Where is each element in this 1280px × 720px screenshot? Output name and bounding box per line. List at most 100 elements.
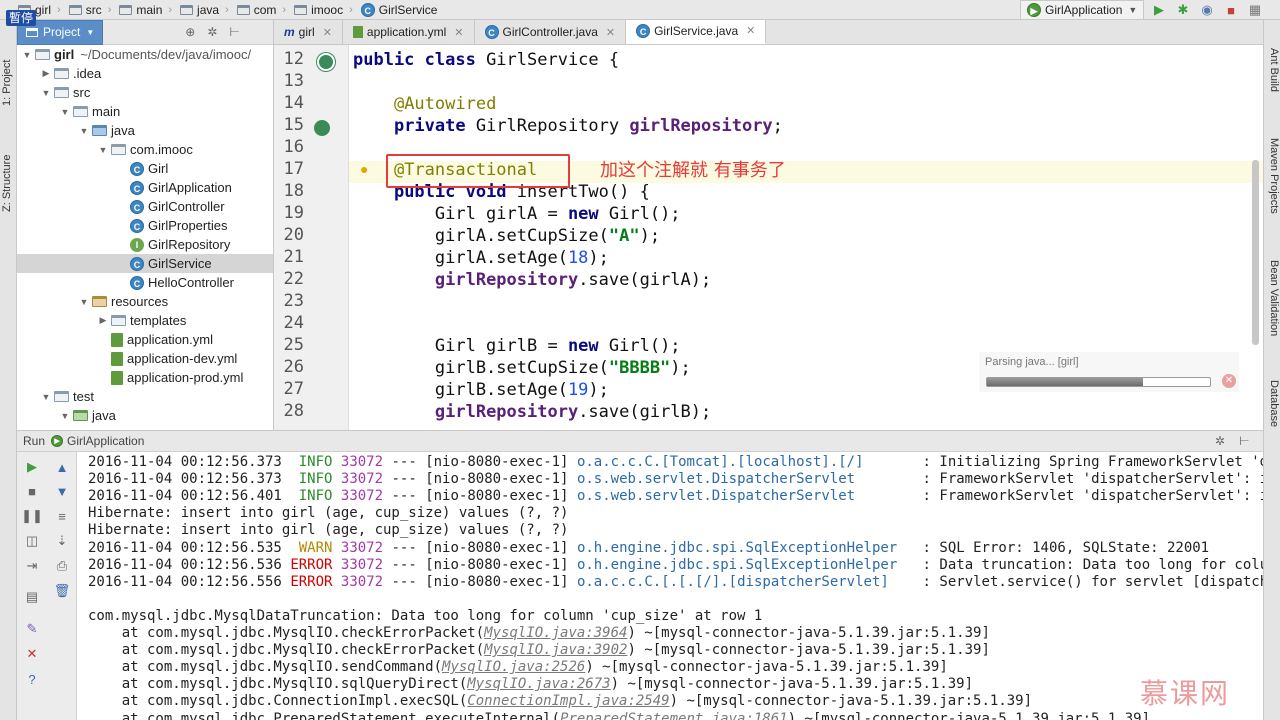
run-config-select[interactable]: ▶ GirlApplication ▼ bbox=[1020, 0, 1145, 20]
dump-threads-icon[interactable]: ◫ bbox=[23, 532, 41, 550]
help-icon[interactable]: ? bbox=[23, 670, 41, 688]
breadcrumb-item[interactable]: C GirlService bbox=[357, 0, 442, 20]
run-icon[interactable]: ▶ bbox=[1148, 0, 1170, 20]
breadcrumb-item[interactable]: java › bbox=[176, 0, 233, 20]
stack-source-link[interactable]: ConnectionImpl.java:2549 bbox=[467, 693, 669, 709]
tree-item[interactable]: ▼ java bbox=[17, 121, 273, 140]
spring-bean-icon[interactable] bbox=[314, 120, 330, 136]
tree-item[interactable]: ▼ src bbox=[17, 83, 273, 102]
settings-icon[interactable]: ✲ bbox=[1215, 434, 1225, 448]
tree-item[interactable]: C HelloController bbox=[17, 273, 273, 292]
tree-item[interactable]: ▼ resources bbox=[17, 292, 273, 311]
editor-tab[interactable]: m girl ✕ bbox=[274, 20, 343, 44]
tree-item-label: main bbox=[92, 104, 121, 119]
debug-icon[interactable]: ✱ bbox=[1172, 0, 1194, 20]
log-pid: 33072 bbox=[340, 471, 384, 488]
chevron-down-icon[interactable]: ▼ bbox=[97, 145, 109, 155]
line-number: 19 bbox=[283, 203, 304, 223]
print-icon[interactable]: ⎙ bbox=[53, 557, 71, 575]
chevron-down-icon[interactable]: ▼ bbox=[59, 107, 71, 117]
tree-item[interactable]: ▶ .idea bbox=[17, 64, 273, 83]
project-tool-button[interactable]: 1: Project bbox=[1, 60, 13, 106]
spring-bean-icon[interactable] bbox=[317, 53, 335, 71]
chevron-down-icon[interactable]: ▼ bbox=[78, 126, 90, 136]
tree-item[interactable]: ▼ com.imooc bbox=[17, 140, 273, 159]
close-icon[interactable]: ✕ bbox=[23, 645, 41, 663]
sync-icon[interactable]: ⊕ bbox=[185, 25, 195, 39]
close-icon[interactable]: ✕ bbox=[1222, 374, 1236, 388]
editor-tab[interactable]: C GirlController.java ✕ bbox=[475, 20, 627, 44]
breadcrumb-item[interactable]: src › bbox=[65, 0, 116, 20]
structure-tool-button[interactable]: Z: Structure bbox=[1, 155, 13, 212]
line-number: 27 bbox=[283, 379, 304, 399]
coverage-icon[interactable]: ◉ bbox=[1196, 0, 1218, 20]
chevron-right-icon[interactable]: ▶ bbox=[97, 315, 109, 326]
folder-icon bbox=[92, 296, 107, 307]
stack-source-link[interactable]: MysqlIO.java:3902 bbox=[484, 642, 627, 658]
breadcrumb-label: java bbox=[197, 2, 220, 17]
stack-source-link[interactable]: MysqlIO.java:2526 bbox=[442, 659, 585, 675]
bean-validation-tool-button[interactable]: Bean Validation bbox=[1268, 260, 1280, 336]
settings-icon[interactable]: ✲ bbox=[207, 25, 217, 39]
log-thread: --- [nio-8080-exec-1] bbox=[391, 573, 569, 590]
ant-build-tool-button[interactable]: Ant Build bbox=[1268, 48, 1280, 92]
layout-icon[interactable]: ▤ bbox=[23, 588, 41, 606]
tree-item[interactable]: C GirlApplication bbox=[17, 178, 273, 197]
stack-source-link[interactable]: MysqlIO.java:3964 bbox=[484, 625, 627, 641]
more-icon[interactable]: ▦ bbox=[1244, 0, 1266, 20]
trash-icon[interactable]: 🗑 bbox=[53, 582, 71, 600]
tree-item[interactable]: ▼ main bbox=[17, 102, 273, 121]
soft-wrap-icon[interactable]: ≡ bbox=[53, 507, 71, 525]
close-tab-icon[interactable]: ✕ bbox=[454, 26, 463, 39]
log-pid: 33072 bbox=[340, 556, 384, 573]
scroll-up-icon[interactable]: ▲ bbox=[53, 458, 71, 476]
breadcrumb-item[interactable]: main › bbox=[115, 0, 176, 20]
tree-item[interactable]: I GirlRepository bbox=[17, 235, 273, 254]
chevron-down-icon[interactable]: ▼ bbox=[40, 88, 52, 98]
tree-item[interactable]: C GirlController bbox=[17, 197, 273, 216]
tree-item[interactable]: application-prod.yml bbox=[17, 368, 273, 387]
rerun-icon[interactable]: ▶ bbox=[23, 458, 41, 476]
maven-projects-tool-button[interactable]: Maven Projects bbox=[1268, 138, 1280, 214]
hide-icon[interactable]: ⊢ bbox=[1239, 434, 1249, 448]
stack-source-link[interactable]: MysqlIO.java:2673 bbox=[467, 676, 610, 692]
lightbulb-icon[interactable]: ● bbox=[360, 161, 368, 177]
tree-item[interactable]: C GirlProperties bbox=[17, 216, 273, 235]
editor-tab[interactable]: C GirlService.java ✕ bbox=[626, 20, 767, 44]
chevron-right-icon[interactable]: ▶ bbox=[40, 68, 52, 79]
scroll-to-end-icon[interactable]: ⇣ bbox=[53, 532, 71, 550]
chevron-down-icon[interactable]: ▼ bbox=[40, 392, 52, 402]
stop-icon[interactable]: ■ bbox=[1220, 0, 1242, 20]
stop-icon[interactable]: ■ bbox=[23, 482, 41, 500]
breadcrumb-item[interactable]: imooc › bbox=[290, 0, 357, 20]
hide-icon[interactable]: ⊢ bbox=[229, 25, 239, 39]
exit-icon[interactable]: ⇥ bbox=[23, 557, 41, 575]
pin-icon[interactable]: ✎ bbox=[23, 620, 41, 638]
tree-item[interactable]: ▼ test bbox=[17, 387, 273, 406]
tree-item[interactable]: ▼ java bbox=[17, 406, 273, 425]
tree-item[interactable]: ▶ templates bbox=[17, 311, 273, 330]
chevron-down-icon[interactable]: ▼ bbox=[78, 297, 90, 307]
editor-area: m girl ✕ application.yml ✕ C GirlController.ja… bbox=[274, 20, 1263, 430]
close-tab-icon[interactable]: ✕ bbox=[746, 24, 755, 37]
editor-scrollbar[interactable] bbox=[1252, 160, 1259, 345]
stack-source-link[interactable]: PreparedStatement.java:1861 bbox=[560, 711, 788, 720]
database-tool-button[interactable]: Database bbox=[1268, 380, 1280, 427]
console-output[interactable]: 2016-11-04 00:12:56.373 INFO 33072 --- [… bbox=[77, 452, 1263, 720]
close-tab-icon[interactable]: ✕ bbox=[606, 26, 615, 39]
tree-item[interactable]: application-dev.yml bbox=[17, 349, 273, 368]
tree-item[interactable]: application.yml bbox=[17, 330, 273, 349]
pause-icon[interactable]: ❚❚ bbox=[21, 507, 43, 525]
console-line: Hibernate: insert into girl (age, cup_si… bbox=[88, 505, 569, 522]
scroll-down-icon[interactable]: ▼ bbox=[53, 482, 71, 500]
tree-item[interactable]: C GirlService bbox=[17, 254, 273, 273]
chevron-down-icon[interactable]: ▼ bbox=[59, 411, 71, 421]
tree-item[interactable]: C Girl bbox=[17, 159, 273, 178]
breadcrumb-item[interactable]: com › bbox=[233, 0, 290, 20]
log-timestamp: 2016-11-04 00:12:56.535 bbox=[88, 539, 282, 556]
chevron-down-icon[interactable]: ▼ bbox=[21, 50, 33, 60]
folder-icon bbox=[73, 106, 88, 117]
tree-root[interactable]: ▼ girl ~/Documents/dev/java/imooc/ bbox=[17, 45, 273, 64]
editor-tab[interactable]: application.yml ✕ bbox=[343, 20, 475, 44]
close-tab-icon[interactable]: ✕ bbox=[323, 26, 332, 39]
